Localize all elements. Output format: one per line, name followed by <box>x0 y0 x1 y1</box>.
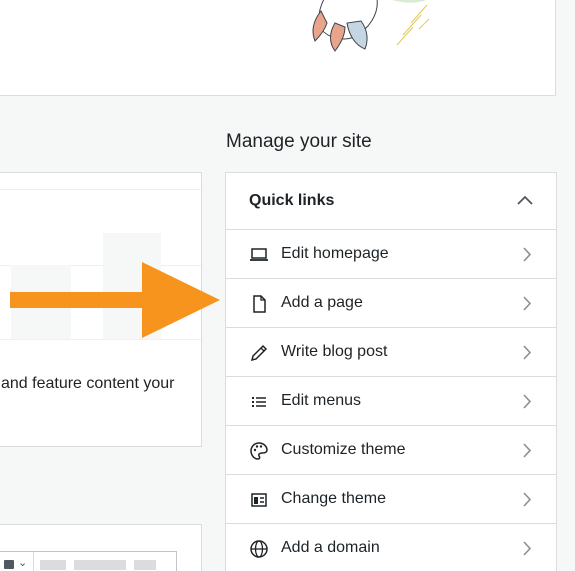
palette-icon <box>250 442 268 460</box>
pencil-icon <box>250 344 268 362</box>
image-icon[interactable] <box>4 560 14 569</box>
quick-link-customize-theme[interactable]: Customize theme <box>226 426 556 475</box>
quick-link-label: Change theme <box>281 490 386 507</box>
quick-link-label: Add a page <box>281 294 363 311</box>
quick-links-header[interactable]: Quick links <box>226 173 556 230</box>
quick-link-label: Add a domain <box>281 539 380 556</box>
manage-site-heading: Manage your site <box>226 131 372 152</box>
quick-links-title: Quick links <box>249 192 335 209</box>
quick-link-change-theme[interactable]: Change theme <box>226 475 556 524</box>
chevron-up-icon[interactable] <box>516 193 534 207</box>
chevron-right-icon <box>523 492 532 507</box>
chevron-right-icon <box>523 394 532 409</box>
quick-link-edit-homepage[interactable]: Edit homepage <box>226 230 556 279</box>
quick-link-add-page[interactable]: Add a page <box>226 279 556 328</box>
promo-card <box>0 0 556 96</box>
chevron-right-icon <box>523 541 532 556</box>
annotation-arrow <box>10 262 220 338</box>
toolbar-placeholder <box>134 560 156 570</box>
chevron-right-icon <box>523 443 532 458</box>
toolbar-placeholder <box>40 560 66 570</box>
chevron-right-icon <box>523 296 532 311</box>
rocket-illustration <box>312 0 430 52</box>
quick-link-label: Write blog post <box>281 343 388 360</box>
chevron-down-icon[interactable]: ⌄ <box>18 556 27 569</box>
card-description: and feature content your <box>1 375 175 392</box>
quick-link-write-blog-post[interactable]: Write blog post <box>226 328 556 377</box>
chevron-right-icon <box>523 345 532 360</box>
globe-icon <box>250 540 268 558</box>
chevron-right-icon <box>523 247 532 262</box>
toolbar-divider <box>33 552 34 571</box>
chart-baseline <box>0 339 201 340</box>
layout-icon <box>251 493 267 507</box>
quick-link-label: Edit homepage <box>281 245 389 262</box>
list-icon <box>252 397 266 407</box>
quick-links-card: Quick links Edit homepage Add a page Wri… <box>225 172 557 571</box>
editor-card: ⌄ <box>0 524 202 571</box>
page-icon <box>253 295 266 313</box>
quick-link-label: Customize theme <box>281 441 406 458</box>
laptop-icon <box>250 248 268 261</box>
quick-link-edit-menus[interactable]: Edit menus <box>226 377 556 426</box>
quick-link-add-domain[interactable]: Add a domain <box>226 524 556 571</box>
toolbar-placeholder <box>74 560 126 570</box>
quick-link-label: Edit menus <box>281 392 362 409</box>
editor-toolbar: ⌄ <box>0 551 177 571</box>
chart-gridline <box>0 189 201 190</box>
